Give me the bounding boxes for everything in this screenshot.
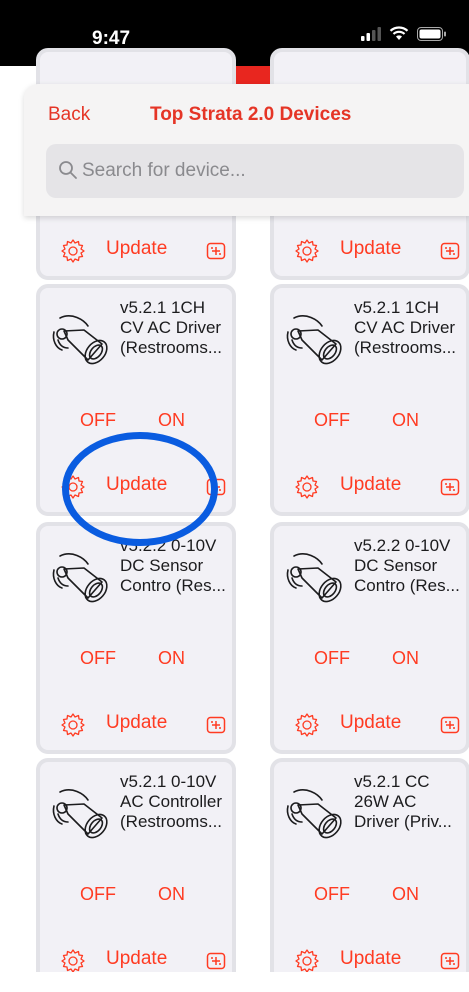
chip-icon[interactable] bbox=[440, 242, 460, 260]
light-fixture-icon bbox=[286, 315, 342, 365]
gear-icon[interactable] bbox=[294, 712, 320, 738]
on-button[interactable]: ON bbox=[158, 648, 185, 669]
device-name: v5.2.1 CC 26W AC Driver (Priv... bbox=[354, 772, 469, 832]
chip-icon[interactable] bbox=[206, 478, 226, 496]
device-name-line: (Restrooms... bbox=[120, 338, 223, 357]
off-button[interactable]: OFF bbox=[314, 648, 350, 669]
device-name: v5.2.1 0-10V AC Controller (Restrooms... bbox=[120, 772, 238, 832]
device-card[interactable]: v5.2.2 0-10V DC Sensor Contro (Res... OF… bbox=[270, 522, 469, 754]
device-name-line: Driver (Priv... bbox=[354, 812, 452, 831]
device-name-line: v5.2.1 1CH bbox=[120, 298, 206, 317]
device-name-line: CV AC Driver bbox=[120, 318, 222, 337]
device-name-line: v5.2.1 1CH bbox=[354, 298, 440, 317]
chip-icon[interactable] bbox=[206, 242, 226, 260]
off-button[interactable]: OFF bbox=[80, 884, 116, 905]
off-button[interactable]: OFF bbox=[314, 884, 350, 905]
update-button[interactable]: Update bbox=[106, 948, 167, 970]
device-card[interactable]: v5.2.1 0-10V AC Controller (Restrooms...… bbox=[36, 758, 236, 972]
gear-icon[interactable] bbox=[60, 238, 86, 264]
device-name-line: v5.2.2 0-10V bbox=[120, 536, 217, 555]
navigation-header: Back Top Strata 2.0 Devices bbox=[24, 84, 469, 216]
light-fixture-icon bbox=[286, 553, 342, 603]
search-icon bbox=[59, 161, 77, 179]
device-card[interactable]: v5.2.1 CC 26W AC Driver (Priv... OFF ON … bbox=[270, 758, 469, 972]
light-fixture-icon bbox=[52, 789, 108, 839]
device-name-line: v5.2.1 0-10V bbox=[120, 772, 217, 791]
update-button[interactable]: Update bbox=[106, 238, 167, 260]
update-button[interactable]: Update bbox=[340, 948, 401, 970]
chip-icon[interactable] bbox=[206, 716, 226, 734]
gear-icon[interactable] bbox=[60, 948, 86, 972]
search-input[interactable] bbox=[82, 144, 452, 198]
bottom-safe-area bbox=[0, 972, 469, 992]
device-name: v5.2.1 1CH CV AC Driver (Restrooms... bbox=[120, 298, 238, 358]
on-button[interactable]: ON bbox=[392, 410, 419, 431]
device-card[interactable]: v5.2.1 1CH CV AC Driver (Restrooms... OF… bbox=[270, 284, 469, 516]
gear-icon[interactable] bbox=[294, 238, 320, 264]
light-fixture-icon bbox=[52, 553, 108, 603]
update-button[interactable]: Update bbox=[340, 474, 401, 496]
update-button[interactable]: Update bbox=[340, 712, 401, 734]
gear-icon[interactable] bbox=[294, 474, 320, 500]
off-button[interactable]: OFF bbox=[80, 648, 116, 669]
device-name-line: DC Sensor bbox=[120, 556, 204, 575]
device-name-line: CV AC Driver bbox=[354, 318, 456, 337]
device-name-line: v5.2.2 0-10V bbox=[354, 536, 451, 555]
on-button[interactable]: ON bbox=[392, 884, 419, 905]
device-name-line: (Restrooms... bbox=[354, 338, 457, 357]
gear-icon[interactable] bbox=[294, 948, 320, 972]
update-button[interactable]: Update bbox=[106, 712, 167, 734]
device-name-line: 26W AC bbox=[354, 792, 417, 811]
device-name: v5.2.1 1CH CV AC Driver (Restrooms... bbox=[354, 298, 469, 358]
device-name-line: v5.2.1 CC bbox=[354, 772, 430, 791]
chip-icon[interactable] bbox=[206, 952, 226, 970]
device-name: v5.2.2 0-10V DC Sensor Contro (Res... bbox=[120, 536, 238, 596]
update-button[interactable]: Update bbox=[106, 474, 167, 496]
gear-icon[interactable] bbox=[60, 474, 86, 500]
device-card[interactable]: v5.2.2 0-10V DC Sensor Contro (Res... OF… bbox=[36, 522, 236, 754]
off-button[interactable]: OFF bbox=[80, 410, 116, 431]
update-button[interactable]: Update bbox=[340, 238, 401, 260]
on-button[interactable]: ON bbox=[158, 410, 185, 431]
page-title: Top Strata 2.0 Devices bbox=[150, 104, 352, 125]
device-name-line: AC Controller bbox=[120, 792, 223, 811]
off-button[interactable]: OFF bbox=[314, 410, 350, 431]
device-name-line: Contro (Res... bbox=[120, 576, 226, 595]
on-button[interactable]: ON bbox=[158, 884, 185, 905]
device-card[interactable]: v5.2.1 1CH CV AC Driver (Restrooms... OF… bbox=[36, 284, 236, 516]
gear-icon[interactable] bbox=[60, 712, 86, 738]
chip-icon[interactable] bbox=[440, 716, 460, 734]
chip-icon[interactable] bbox=[440, 478, 460, 496]
light-fixture-icon bbox=[52, 315, 108, 365]
back-button[interactable]: Back bbox=[48, 104, 90, 126]
light-fixture-icon bbox=[286, 789, 342, 839]
device-name-line: DC Sensor bbox=[354, 556, 438, 575]
device-name-line: (Restrooms... bbox=[120, 812, 223, 831]
chip-icon[interactable] bbox=[440, 952, 460, 970]
device-name-line: Contro (Res... bbox=[354, 576, 460, 595]
on-button[interactable]: ON bbox=[392, 648, 419, 669]
device-name: v5.2.2 0-10V DC Sensor Contro (Res... bbox=[354, 536, 469, 596]
search-bar[interactable] bbox=[46, 144, 464, 198]
